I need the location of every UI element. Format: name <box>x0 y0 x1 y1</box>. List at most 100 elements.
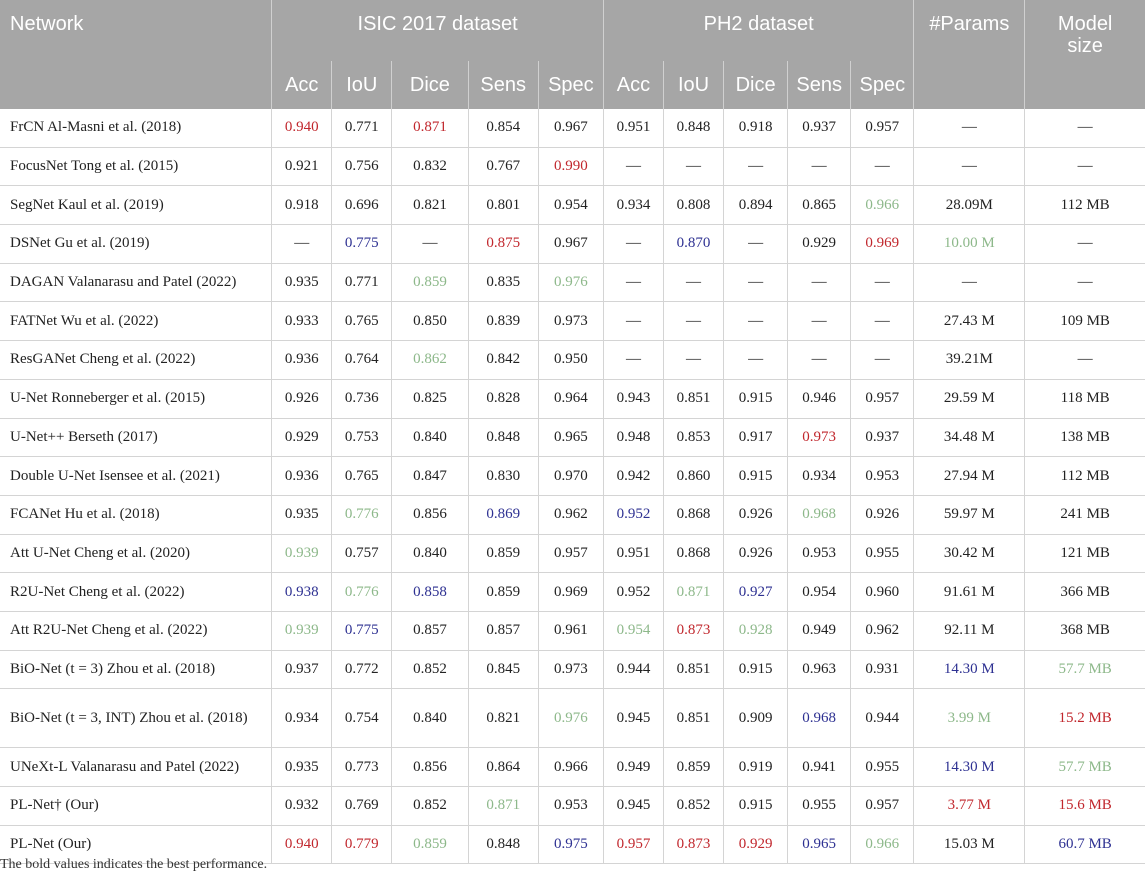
value-cell: — <box>913 147 1025 187</box>
network-name-cell: DSNet Gu et al. (2019) <box>0 224 272 264</box>
value-cell: 0.954 <box>602 611 664 651</box>
value-cell: 0.926 <box>723 534 788 574</box>
network-name-cell: SegNet Kaul et al. (2019) <box>0 185 272 226</box>
value-cell: 0.945 <box>602 688 664 749</box>
value-cell: 0.848 <box>662 109 724 148</box>
value-cell: 0.875 <box>467 224 539 264</box>
value-cell: 0.852 <box>391 650 469 690</box>
value-cell: 0.941 <box>787 747 851 787</box>
value-cell: 0.830 <box>467 456 539 496</box>
value-cell: 0.859 <box>662 747 724 787</box>
table-header: Network ISIC 2017 dataset PH2 dataset #P… <box>0 0 1145 109</box>
value-cell: 366 MB <box>1024 572 1145 612</box>
value-cell: 0.936 <box>271 456 332 496</box>
value-cell: 0.940 <box>271 825 332 865</box>
value-cell: 0.937 <box>787 109 851 148</box>
value-cell: — <box>787 263 851 303</box>
value-cell: 0.754 <box>331 688 392 749</box>
value-cell: 0.864 <box>467 747 539 787</box>
value-cell: 0.852 <box>662 786 724 826</box>
table-row: FCANet Hu et al. (2018) 0.935 0.776 0.856 0.… <box>0 495 1145 535</box>
value-cell: 0.939 <box>271 611 332 651</box>
value-cell: 15.03 M <box>913 825 1025 865</box>
value-cell: 0.929 <box>723 825 788 865</box>
table-row: ResGANet Cheng et al. (2022) 0.936 0.764 0.… <box>0 340 1145 380</box>
header-model-size-line2: size <box>1067 35 1103 57</box>
value-cell: 0.929 <box>787 224 851 264</box>
value-cell: — <box>662 340 724 380</box>
value-cell: — <box>662 301 724 342</box>
value-cell: 0.937 <box>850 418 914 458</box>
value-cell: 0.850 <box>391 301 469 342</box>
value-cell: — <box>602 224 664 264</box>
network-name-cell: ResGANet Cheng et al. (2022) <box>0 340 272 380</box>
value-cell: 0.966 <box>850 825 914 865</box>
value-cell: 0.953 <box>787 534 851 574</box>
value-cell: 0.871 <box>391 109 469 148</box>
value-cell: 0.955 <box>787 786 851 826</box>
value-cell: 0.869 <box>467 495 539 535</box>
table-footnote: The bold values indicates the best perfo… <box>0 857 268 872</box>
value-cell: 0.848 <box>467 418 539 458</box>
table-body: FrCN Al-Masni et al. (2018) 0.940 0.771 0.8… <box>0 109 1145 865</box>
value-cell: 0.756 <box>331 147 392 187</box>
value-cell: 0.927 <box>723 572 788 612</box>
value-cell: 0.870 <box>662 224 724 264</box>
value-cell: 0.915 <box>723 379 788 419</box>
value-cell: 0.871 <box>662 572 724 612</box>
header-metric-dice-isic: Dice <box>391 61 469 109</box>
value-cell: — <box>602 340 664 380</box>
header-metric-spec-ph2: Spec <box>850 61 914 109</box>
value-cell: 0.851 <box>662 650 724 690</box>
value-cell: 0.940 <box>271 109 332 148</box>
value-cell: — <box>913 263 1025 303</box>
value-cell: 0.952 <box>602 572 664 612</box>
value-cell: 0.859 <box>467 534 539 574</box>
value-cell: 0.944 <box>602 650 664 690</box>
value-cell: 0.955 <box>850 534 914 574</box>
value-cell: 0.919 <box>723 747 788 787</box>
table-row: U-Net++ Berseth (2017) 0.929 0.753 0.840 0.8… <box>0 418 1145 458</box>
value-cell: 0.973 <box>537 301 604 342</box>
value-cell: 0.773 <box>331 747 392 787</box>
value-cell: 0.840 <box>391 688 469 749</box>
value-cell: 57.7 MB <box>1024 650 1145 690</box>
value-cell: 0.918 <box>271 185 332 226</box>
value-cell: — <box>850 263 914 303</box>
value-cell: 0.957 <box>850 109 914 148</box>
value-cell: — <box>1024 224 1145 264</box>
value-cell: 39.21M <box>913 340 1025 380</box>
value-cell: 0.801 <box>467 185 539 226</box>
value-cell: 118 MB <box>1024 379 1145 419</box>
value-cell: 0.957 <box>850 379 914 419</box>
value-cell: 0.970 <box>537 456 604 496</box>
value-cell: 0.955 <box>850 747 914 787</box>
value-cell: 0.775 <box>331 611 392 651</box>
value-cell: 0.921 <box>271 147 332 187</box>
value-cell: 0.915 <box>723 650 788 690</box>
value-cell: 0.943 <box>602 379 664 419</box>
value-cell: 112 MB <box>1024 456 1145 496</box>
results-table-container: Network ISIC 2017 dataset PH2 dataset #P… <box>0 0 1145 865</box>
value-cell: — <box>850 147 914 187</box>
value-cell: 0.776 <box>331 495 392 535</box>
value-cell: 0.765 <box>331 456 392 496</box>
value-cell: 0.840 <box>391 418 469 458</box>
value-cell: — <box>723 263 788 303</box>
value-cell: — <box>1024 109 1145 148</box>
header-metric-sens-ph2: Sens <box>787 61 851 109</box>
network-name-cell: Att R2U-Net Cheng et al. (2022) <box>0 611 272 651</box>
value-cell: 0.769 <box>331 786 392 826</box>
network-name-cell: FATNet Wu et al. (2022) <box>0 301 272 342</box>
header-metric-iou-isic: IoU <box>331 61 392 109</box>
value-cell: 27.43 M <box>913 301 1025 342</box>
value-cell: 0.951 <box>602 109 664 148</box>
value-cell: 0.918 <box>723 109 788 148</box>
value-cell: 0.944 <box>850 688 914 749</box>
network-name-cell: DAGAN Valanarasu and Patel (2022) <box>0 263 272 303</box>
value-cell: 0.938 <box>271 572 332 612</box>
table-row: DSNet Gu et al. (2019) —0.775—0.875 0.967—… <box>0 224 1145 264</box>
value-cell: 0.915 <box>723 786 788 826</box>
value-cell: 0.966 <box>850 185 914 226</box>
value-cell: — <box>850 301 914 342</box>
